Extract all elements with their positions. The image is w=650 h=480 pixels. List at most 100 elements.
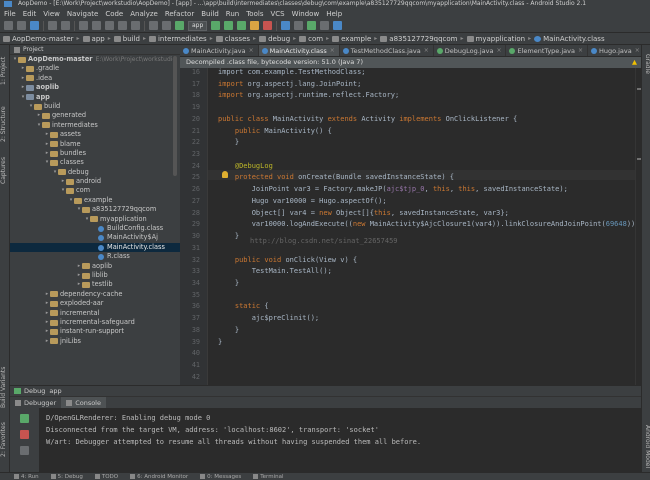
menu-refactor[interactable]: Refactor <box>165 10 194 18</box>
structure-tool-tab[interactable]: 2: Structure <box>0 99 10 149</box>
help-icon[interactable] <box>333 21 343 30</box>
breadcrumb-item[interactable]: AopDemo-master ▸ <box>3 35 80 43</box>
run-icon[interactable] <box>211 21 221 30</box>
tree-item[interactable]: ▸ .gradle <box>10 64 180 73</box>
breadcrumb-item[interactable]: intermediates ▸ <box>148 35 213 43</box>
tree-item[interactable]: ▸ jniLibs <box>10 337 180 346</box>
breadcrumb-item[interactable]: myapplication ▸ <box>466 35 531 43</box>
tree-item[interactable]: ▾ classes <box>10 158 180 167</box>
gradle-tool-tab[interactable]: Gradle <box>642 49 650 79</box>
menu-tools[interactable]: Tools <box>246 10 263 18</box>
messages-tool-tab[interactable]: 0: Messages <box>200 474 241 480</box>
sdk-manager-icon[interactable] <box>307 21 317 30</box>
menu-window[interactable]: Window <box>292 10 320 18</box>
breadcrumb-item[interactable]: build ▸ <box>113 35 146 43</box>
tree-item[interactable]: ▸ assets <box>10 130 180 139</box>
editor-tab[interactable]: Hugo.java × <box>588 45 641 56</box>
tree-item[interactable]: ▾ debug <box>10 168 180 177</box>
editor-tab[interactable]: TestMethodClass.java × <box>340 45 434 56</box>
coverage-icon[interactable] <box>237 21 247 30</box>
tab-debugger[interactable]: Debugger <box>10 397 61 408</box>
breadcrumb-item[interactable]: MainActivity.class <box>534 35 605 43</box>
settings-icon[interactable] <box>20 446 29 455</box>
tree-item[interactable]: MainActivity.class <box>10 242 180 253</box>
stop-debug-icon[interactable] <box>20 430 29 439</box>
android-model-tool-tab[interactable]: Android Model <box>642 417 650 477</box>
menu-navigate[interactable]: Navigate <box>67 10 98 18</box>
menu-analyze[interactable]: Analyze <box>130 10 158 18</box>
menu-help[interactable]: Help <box>326 10 342 18</box>
close-icon[interactable]: × <box>424 47 429 54</box>
close-icon[interactable]: × <box>249 47 254 54</box>
tree-item[interactable]: ▸ exploded-aar <box>10 299 180 308</box>
editor-tab[interactable]: MainActivity.class × <box>258 45 340 56</box>
forward-icon[interactable] <box>162 21 171 30</box>
copy-icon[interactable] <box>92 21 101 30</box>
todo-tool-tab[interactable]: TODO <box>94 474 118 480</box>
resume-icon[interactable] <box>20 414 29 423</box>
editor-tab[interactable]: DebugLog.java × <box>434 45 507 56</box>
debug-icon[interactable] <box>224 21 234 30</box>
breadcrumb-item[interactable]: debug ▸ <box>259 35 296 43</box>
tree-item[interactable]: ▸ incremental-safeguard <box>10 318 180 327</box>
tree-item[interactable]: ▸ bundles <box>10 149 180 158</box>
breadcrumb-item[interactable]: com ▸ <box>299 35 329 43</box>
tree-item[interactable]: MainActivity$Aj <box>10 233 180 242</box>
tree-item[interactable]: ▸ android <box>10 177 180 186</box>
android-device-monitor-icon[interactable] <box>320 21 330 30</box>
close-icon[interactable]: × <box>496 47 501 54</box>
android-monitor-tool-tab[interactable]: 6: Android Monitor <box>130 474 188 480</box>
replace-icon[interactable] <box>131 21 140 30</box>
tree-item[interactable]: ▸ liblib <box>10 271 180 280</box>
undo-icon[interactable] <box>48 21 57 30</box>
lightbulb-icon[interactable] <box>222 171 228 178</box>
redo-icon[interactable] <box>61 21 70 30</box>
breadcrumb-item[interactable]: a835127729qqcom ▸ <box>380 35 464 43</box>
tree-item[interactable]: ▸ instant-run-support <box>10 327 180 336</box>
avd-manager-icon[interactable] <box>294 21 304 30</box>
breadcrumb-item[interactable]: app ▸ <box>82 35 111 43</box>
tree-item[interactable]: R.class <box>10 252 180 261</box>
console-output[interactable]: D/OpenGLRenderer: Enabling debug mode 0 … <box>40 408 641 472</box>
captures-tool-tab[interactable]: Captures <box>0 153 10 189</box>
menu-run[interactable]: Run <box>226 10 239 18</box>
editor-scrollbar[interactable] <box>635 68 641 385</box>
menu-edit[interactable]: Edit <box>23 10 37 18</box>
stop-icon[interactable] <box>263 21 273 30</box>
breadcrumb-item[interactable]: example ▸ <box>332 35 377 43</box>
run-config-select[interactable]: app <box>188 20 208 31</box>
tree-item[interactable]: ▾ com <box>10 186 180 195</box>
editor-tab[interactable]: ElementType.java × <box>506 45 589 56</box>
find-icon[interactable] <box>118 21 127 30</box>
menu-view[interactable]: View <box>43 10 60 18</box>
code-editor[interactable]: import com.example.TestMethodClass; impor… <box>208 68 635 385</box>
tree-item[interactable]: ▾ example <box>10 196 180 205</box>
tree-item[interactable]: ▾ build <box>10 102 180 111</box>
close-icon[interactable]: × <box>578 47 583 54</box>
tree-item[interactable]: ▾ app <box>10 93 180 102</box>
tree-item[interactable]: ▾ intermediates <box>10 121 180 130</box>
gradle-sync-icon[interactable] <box>281 21 291 30</box>
tree-item[interactable]: ▸ .idea <box>10 74 180 83</box>
tree-item[interactable]: BuildConfig.class <box>10 224 180 233</box>
make-project-icon[interactable] <box>175 21 184 30</box>
project-scrollbar[interactable] <box>173 56 177 176</box>
tree-item[interactable]: ▸ blame <box>10 140 180 149</box>
menu-vcs[interactable]: VCS <box>270 10 284 18</box>
tree-item[interactable]: ▾ AopDemo-master E:\Work\Project\workstudi… <box>10 55 180 64</box>
menu-code[interactable]: Code <box>105 10 123 18</box>
tree-item[interactable]: ▸ testlib <box>10 280 180 289</box>
close-icon[interactable]: × <box>635 47 640 54</box>
project-panel-header[interactable]: Project <box>10 45 180 55</box>
menu-build[interactable]: Build <box>201 10 219 18</box>
open-folder-icon[interactable] <box>4 21 13 30</box>
cut-icon[interactable] <box>79 21 88 30</box>
project-tool-tab[interactable]: 1: Project <box>0 49 10 93</box>
menu-file[interactable]: File <box>4 10 16 18</box>
save-all-icon[interactable] <box>17 21 26 30</box>
instant-run-icon[interactable] <box>250 21 260 30</box>
tree-item[interactable]: ▸ generated <box>10 111 180 120</box>
tab-console[interactable]: Console <box>61 397 106 408</box>
close-icon[interactable]: × <box>330 47 335 54</box>
tree-item[interactable]: ▾ a835127729qqcom <box>10 205 180 214</box>
